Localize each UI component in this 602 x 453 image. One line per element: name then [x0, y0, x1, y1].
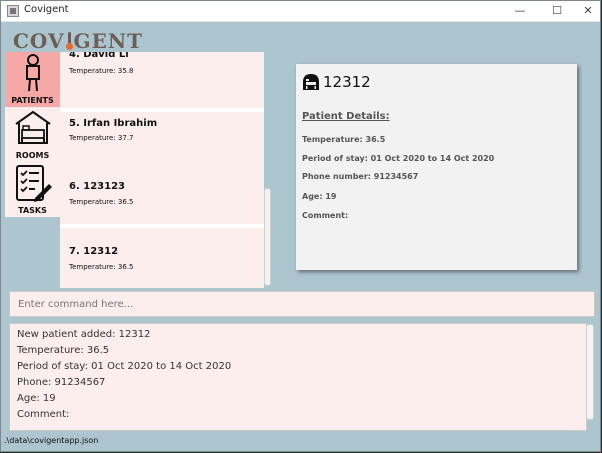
- patient-temperature: Temperature: 36.5: [69, 263, 134, 271]
- logo-text-start: COV: [13, 29, 65, 53]
- detail-period: Period of stay: 01 Oct 2020 to 14 Oct 20…: [302, 154, 495, 163]
- patient-temperature: Temperature: 36.5: [69, 198, 134, 206]
- command-input[interactable]: [9, 291, 595, 317]
- app-logo: COV GENT: [13, 29, 143, 53]
- person-icon: [25, 54, 40, 92]
- title-bar[interactable]: Covigent — ☐ ✕: [1, 1, 600, 22]
- patient-list[interactable]: 4. David Li Temperature: 35.8 5. Irfan I…: [60, 52, 264, 288]
- patient-temperature: Temperature: 37.7: [69, 134, 134, 142]
- patient-name: 7. 12312: [69, 246, 119, 257]
- patient-card[interactable]: 7. 12312 Temperature: 36.5: [60, 228, 264, 288]
- result-scrollbar[interactable]: [586, 324, 594, 420]
- logo-text-end: GENT: [73, 29, 144, 53]
- patient-name: 5. Irfan Ibrahim: [69, 118, 158, 129]
- patient-id: 12312: [323, 73, 371, 91]
- checklist-icon: [15, 165, 52, 202]
- patient-name: 6. 123123: [69, 181, 125, 192]
- patient-list-scrollbar[interactable]: [264, 188, 271, 286]
- nav-rooms-button[interactable]: ROOMS: [5, 107, 60, 162]
- patient-details-header: Patient Details:: [302, 111, 390, 122]
- nav-patients-button[interactable]: PATIENTS: [5, 52, 60, 107]
- sidebar: PATIENTS ROOMS TASKS: [5, 52, 60, 217]
- result-line: Comment:: [17, 409, 70, 420]
- patient-card[interactable]: 4. David Li Temperature: 35.8: [60, 52, 264, 108]
- patient-details-panel: 12312 Patient Details: Temperature: 36.5…: [296, 64, 577, 270]
- maximize-button[interactable]: ☐: [549, 3, 565, 19]
- patient-name: 4. David Li: [69, 52, 129, 60]
- result-line: Temperature: 36.5: [17, 345, 110, 356]
- detail-age: Age: 19: [302, 192, 337, 201]
- patient-temperature: Temperature: 35.8: [69, 67, 134, 75]
- app-icon: [7, 5, 19, 17]
- result-line: Period of stay: 01 Oct 2020 to 14 Oct 20…: [17, 361, 232, 372]
- nav-rooms-label: ROOMS: [15, 151, 50, 160]
- patient-card[interactable]: 6. 123123 Temperature: 36.5: [60, 162, 264, 224]
- patient-bed-icon: [303, 74, 319, 90]
- nav-tasks-button[interactable]: TASKS: [5, 162, 60, 217]
- detail-temperature: Temperature: 36.5: [302, 135, 386, 144]
- nav-patients-label: PATIENTS: [11, 96, 54, 105]
- result-display[interactable]: New patient added: 12312 Temperature: 36…: [9, 323, 587, 431]
- window-title: Covigent: [24, 4, 69, 15]
- status-bar-path: .\data\covigentapp.json: [4, 436, 99, 445]
- nav-tasks-label: TASKS: [18, 206, 47, 215]
- result-line: Phone: 91234567: [17, 377, 106, 388]
- close-button[interactable]: ✕: [580, 3, 596, 19]
- result-line: New patient added: 12312: [17, 329, 151, 340]
- detail-comment: Comment:: [302, 211, 349, 220]
- thermometer-icon: [65, 32, 73, 50]
- bed-icon: [14, 110, 51, 144]
- minimize-button[interactable]: —: [512, 3, 528, 19]
- app-window: Covigent — ☐ ✕ COV GENT PATIENTS ROOMS T…: [0, 0, 601, 452]
- result-line: Age: 19: [17, 393, 56, 404]
- detail-phone: Phone number: 91234567: [302, 172, 419, 181]
